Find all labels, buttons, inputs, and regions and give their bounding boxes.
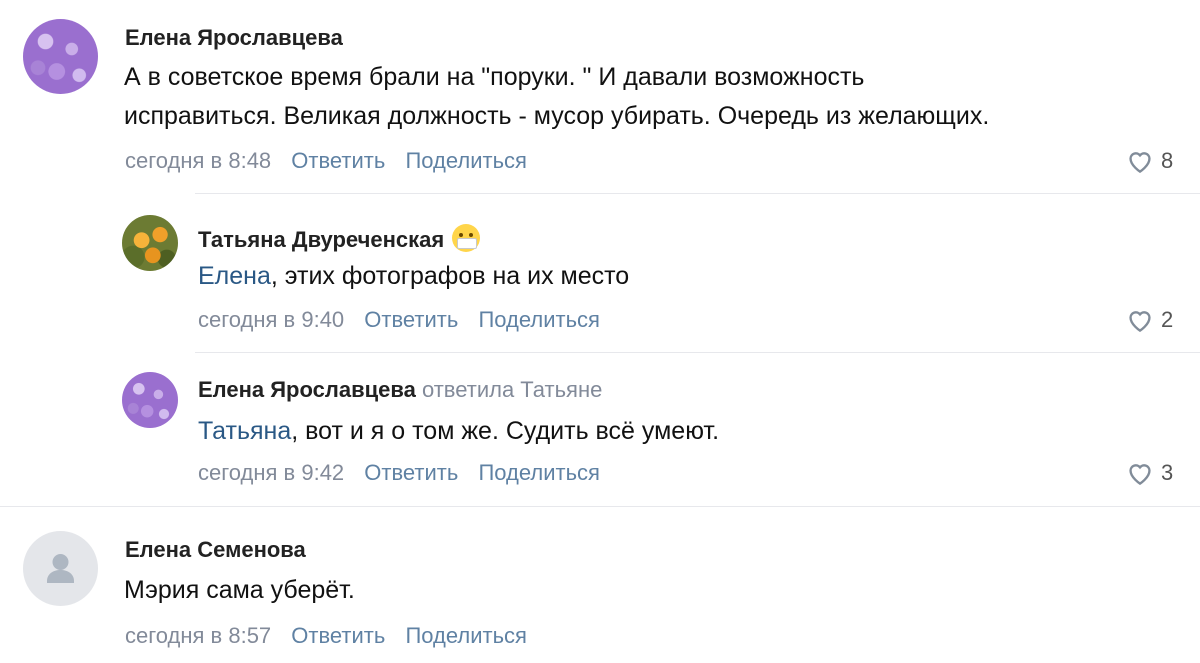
comment-author[interactable]: Татьяна Двуреченская (198, 224, 481, 253)
timestamp[interactable]: сегодня в 9:42 (198, 460, 344, 485)
comment-meta: сегодня в 8:57 Ответить Поделиться (125, 623, 541, 649)
heart-icon (1129, 311, 1151, 333)
divider (0, 506, 1200, 507)
timestamp[interactable]: сегодня в 8:48 (125, 148, 271, 173)
like-count: 8 (1161, 148, 1174, 173)
mention-link[interactable]: Елена (198, 262, 271, 290)
reply-button[interactable]: Ответить (364, 460, 458, 485)
comment-author[interactable]: Елена Семенова (125, 537, 306, 563)
divider (195, 193, 1200, 194)
timestamp[interactable]: сегодня в 8:57 (125, 623, 271, 648)
timestamp[interactable]: сегодня в 9:40 (198, 307, 344, 332)
comment-text: Мэрия сама уберёт. (124, 576, 355, 604)
replied-to-link[interactable]: ответила Татьяне (422, 377, 602, 402)
like-count: 2 (1161, 307, 1174, 332)
avatar[interactable] (23, 19, 98, 94)
comment-meta: сегодня в 9:42 Ответить Поделиться (198, 460, 614, 486)
comment-author[interactable]: Елена Ярославцева ответила Татьяне (198, 377, 602, 403)
comment-text: исправиться. Великая должность - мусор у… (124, 102, 990, 130)
mention-link[interactable]: Татьяна (198, 417, 291, 445)
like-button[interactable]: 3 (1125, 460, 1173, 486)
user-silhouette-icon (47, 554, 74, 583)
like-count: 3 (1161, 460, 1174, 485)
share-button[interactable]: Поделиться (405, 623, 526, 648)
heart-icon (1129, 464, 1151, 486)
avatar[interactable] (122, 372, 178, 428)
like-button[interactable]: 2 (1125, 307, 1173, 333)
comment-meta: сегодня в 8:48 Ответить Поделиться (125, 148, 541, 174)
comment-author[interactable]: Елена Ярославцева (125, 25, 343, 51)
reply-button[interactable]: Ответить (364, 307, 458, 332)
comment-text: Татьяна, вот и я о том же. Судить всё ум… (198, 417, 720, 445)
comment-text: Елена, этих фотографов на их место (198, 262, 630, 290)
divider (195, 352, 1200, 353)
reply-button[interactable]: Ответить (291, 623, 385, 648)
reply-button[interactable]: Ответить (291, 148, 385, 173)
comment-meta: сегодня в 9:40 Ответить Поделиться (198, 307, 614, 333)
share-button[interactable]: Поделиться (405, 148, 526, 173)
like-button[interactable]: 8 (1125, 148, 1173, 174)
comment-text: А в советское время брали на "поруки. " … (124, 63, 865, 91)
share-button[interactable]: Поделиться (478, 460, 599, 485)
avatar[interactable] (23, 531, 98, 606)
share-button[interactable]: Поделиться (478, 307, 599, 332)
face-with-mask-emoji-icon (452, 224, 481, 252)
avatar[interactable] (122, 215, 178, 271)
heart-icon (1129, 152, 1151, 174)
